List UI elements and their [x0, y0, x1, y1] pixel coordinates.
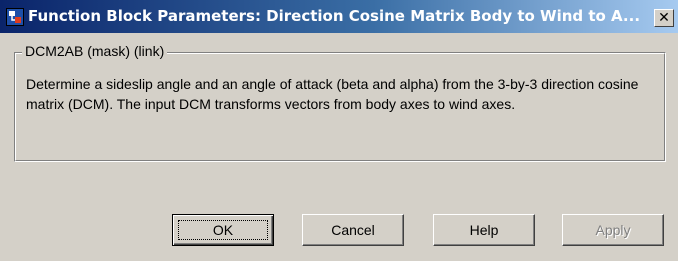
- help-button-label: Help: [469, 222, 499, 238]
- cancel-button[interactable]: Cancel: [302, 214, 404, 246]
- ok-button-label: OK: [212, 222, 234, 238]
- simulink-block-icon: [6, 8, 24, 26]
- dialog-window: Function Block Parameters: Direction Cos…: [0, 0, 678, 261]
- help-button[interactable]: Help: [433, 214, 535, 246]
- title-bar[interactable]: Function Block Parameters: Direction Cos…: [0, 0, 678, 33]
- block-description: Determine a sideslip angle and an angle …: [26, 76, 639, 112]
- ok-button[interactable]: OK: [172, 214, 274, 246]
- window-title: Function Block Parameters: Direction Cos…: [28, 7, 641, 25]
- apply-button[interactable]: Apply: [562, 214, 664, 246]
- cancel-button-label: Cancel: [331, 222, 375, 238]
- close-button[interactable]: ✕: [654, 9, 674, 27]
- apply-button-label: Apply: [595, 222, 631, 238]
- close-icon: ✕: [658, 10, 670, 26]
- groupbox-legend: DCM2AB (mask) (link): [22, 42, 168, 60]
